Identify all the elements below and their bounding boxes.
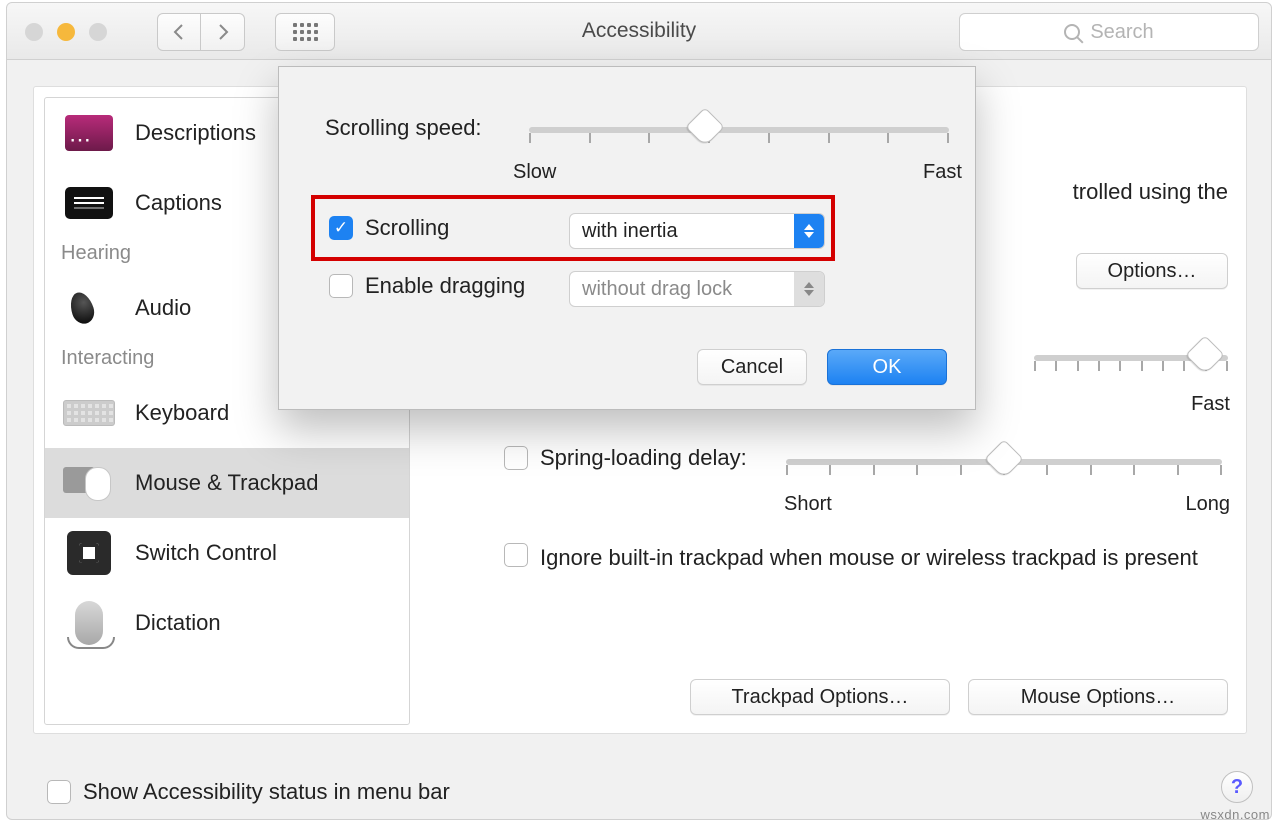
chevron-updown-icon <box>794 214 824 248</box>
trackpad-options-button[interactable]: Trackpad Options… <box>690 679 950 715</box>
spring-loading-checkbox[interactable] <box>504 446 528 470</box>
search-field[interactable]: Search <box>959 13 1259 51</box>
cancel-button[interactable]: Cancel <box>697 349 807 385</box>
dragging-mode-value: without drag lock <box>582 278 732 301</box>
zoom-icon[interactable] <box>89 23 107 41</box>
help-button[interactable]: ? <box>1221 771 1253 803</box>
sidebar-item-label: Captions <box>135 190 222 216</box>
scrolling-speed-label: Scrolling speed: <box>325 115 482 141</box>
descriptions-icon <box>61 112 117 154</box>
mouse-trackpad-icon <box>61 462 117 504</box>
scrolling-checkbox[interactable] <box>329 216 353 240</box>
enable-dragging-label: Enable dragging <box>365 273 525 299</box>
back-button[interactable] <box>157 13 201 51</box>
dragging-mode-popup: without drag lock <box>569 271 825 307</box>
scrolling-mode-value: with inertia <box>582 220 678 243</box>
ignore-trackpad-label: Ignore built-in trackpad when mouse or w… <box>540 543 1198 573</box>
window: Accessibility Search Descriptions Captio… <box>0 0 1280 828</box>
chevron-updown-icon <box>794 272 824 306</box>
show-status-checkbox[interactable] <box>47 780 71 804</box>
ignore-trackpad-checkbox[interactable] <box>504 543 528 567</box>
sidebar-item-label: Audio <box>135 295 191 321</box>
mouse-keys-options-button[interactable]: Options… <box>1076 253 1228 289</box>
footer: Show Accessibility status in menu bar <box>47 779 450 805</box>
show-all-button[interactable] <box>275 13 335 51</box>
slider-label-fast: Fast <box>1191 393 1230 416</box>
close-icon[interactable] <box>25 23 43 41</box>
traffic-lights <box>25 23 107 41</box>
audio-icon <box>61 287 117 329</box>
show-status-label: Show Accessibility status in menu bar <box>83 779 450 805</box>
captions-icon <box>61 182 117 224</box>
nav-segment <box>157 13 245 51</box>
sidebar-item-label: Dictation <box>135 610 221 636</box>
sidebar-item-label: Keyboard <box>135 400 229 426</box>
switch-control-icon <box>61 532 117 574</box>
minimize-icon[interactable] <box>57 23 75 41</box>
sidebar-item-label: Switch Control <box>135 540 277 566</box>
scrolling-mode-popup[interactable]: with inertia <box>569 213 825 249</box>
titlebar: Accessibility Search <box>6 2 1272 60</box>
grid-icon <box>293 23 318 41</box>
slider-label-long: Long <box>1186 493 1231 516</box>
spring-loading-label: Spring-loading delay: <box>540 445 747 471</box>
sidebar-item-dictation[interactable]: Dictation <box>45 588 409 658</box>
slider-label-short: Short <box>784 493 832 516</box>
slider-label-slow: Slow <box>513 161 556 184</box>
sidebar-item-switch-control[interactable]: Switch Control <box>45 518 409 588</box>
dictation-icon <box>61 602 117 644</box>
mouse-options-button[interactable]: Mouse Options… <box>968 679 1228 715</box>
search-placeholder: Search <box>1090 21 1153 44</box>
sidebar-item-mouse-trackpad[interactable]: Mouse & Trackpad <box>45 448 409 518</box>
ok-button[interactable]: OK <box>827 349 947 385</box>
partial-text: trolled using the <box>1073 179 1228 205</box>
search-icon <box>1064 24 1080 40</box>
forward-button[interactable] <box>201 13 245 51</box>
sidebar-item-label: Mouse & Trackpad <box>135 470 318 496</box>
sidebar-item-label: Descriptions <box>135 120 256 146</box>
enable-dragging-checkbox[interactable] <box>329 274 353 298</box>
scrolling-checkbox-label: Scrolling <box>365 215 449 241</box>
watermark: wsxdn.com <box>1200 807 1270 822</box>
slider-label-fast: Fast <box>923 161 962 184</box>
keyboard-icon <box>61 392 117 434</box>
trackpad-options-sheet: Scrolling speed: Slow Fast Scrolling wit… <box>278 66 976 410</box>
